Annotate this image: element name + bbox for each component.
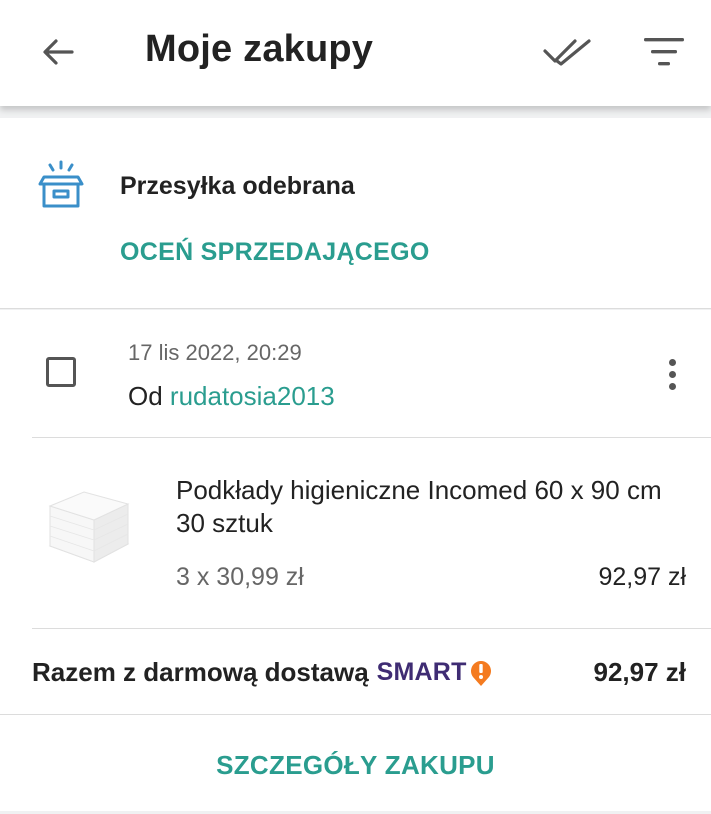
seller-link[interactable]: rudatosia2013 xyxy=(170,381,335,411)
delivery-status-text: Przesyłka odebrana xyxy=(120,172,355,200)
total-value: 92,97 zł xyxy=(593,657,686,687)
delivery-status-card xyxy=(0,118,711,309)
double-check-icon xyxy=(543,39,591,66)
app-bar: Moje zakupy xyxy=(0,0,711,106)
more-options-button[interactable] xyxy=(658,352,686,396)
more-vertical-icon-dot xyxy=(668,370,676,378)
smart-logo: SMART xyxy=(377,658,493,687)
order-select-checkbox[interactable] xyxy=(46,357,76,387)
arrow-left-icon xyxy=(43,39,74,65)
unit-price: 3 x 30,99 zł xyxy=(176,563,304,591)
rate-seller-button[interactable]: OCEŃ SPRZEDAJĄCEGO xyxy=(120,238,430,267)
total-label-text: Razem z darmową dostawą xyxy=(32,657,369,687)
more-vertical-icon-dot xyxy=(668,382,676,390)
purchase-details-button[interactable]: SZCZEGÓŁY ZAKUPU xyxy=(0,750,711,781)
filter-button[interactable] xyxy=(638,28,690,76)
more-vertical-icon xyxy=(668,358,676,366)
product-name[interactable]: Podkłady higieniczne Incomed 60 x 90 cm … xyxy=(176,474,676,540)
filter-icon xyxy=(644,38,684,66)
seller-line: Od rudatosia2013 xyxy=(128,381,335,412)
divider xyxy=(0,714,711,715)
mark-all-button[interactable] xyxy=(540,28,596,76)
smart-label: SMART xyxy=(376,658,467,686)
divider xyxy=(32,628,711,629)
product-thumbnail[interactable] xyxy=(44,482,132,566)
open-box-icon xyxy=(38,160,84,208)
total-label: Razem z darmową dostawą SMART xyxy=(32,657,493,688)
smart-badge-icon xyxy=(470,660,491,686)
page-title: Moje zakupy xyxy=(145,28,374,70)
back-button[interactable] xyxy=(36,30,80,74)
divider xyxy=(32,437,711,438)
order-date: 17 lis 2022, 20:29 xyxy=(128,340,302,365)
line-total: 92,97 zł xyxy=(598,563,686,591)
seller-prefix: Od xyxy=(128,381,163,411)
